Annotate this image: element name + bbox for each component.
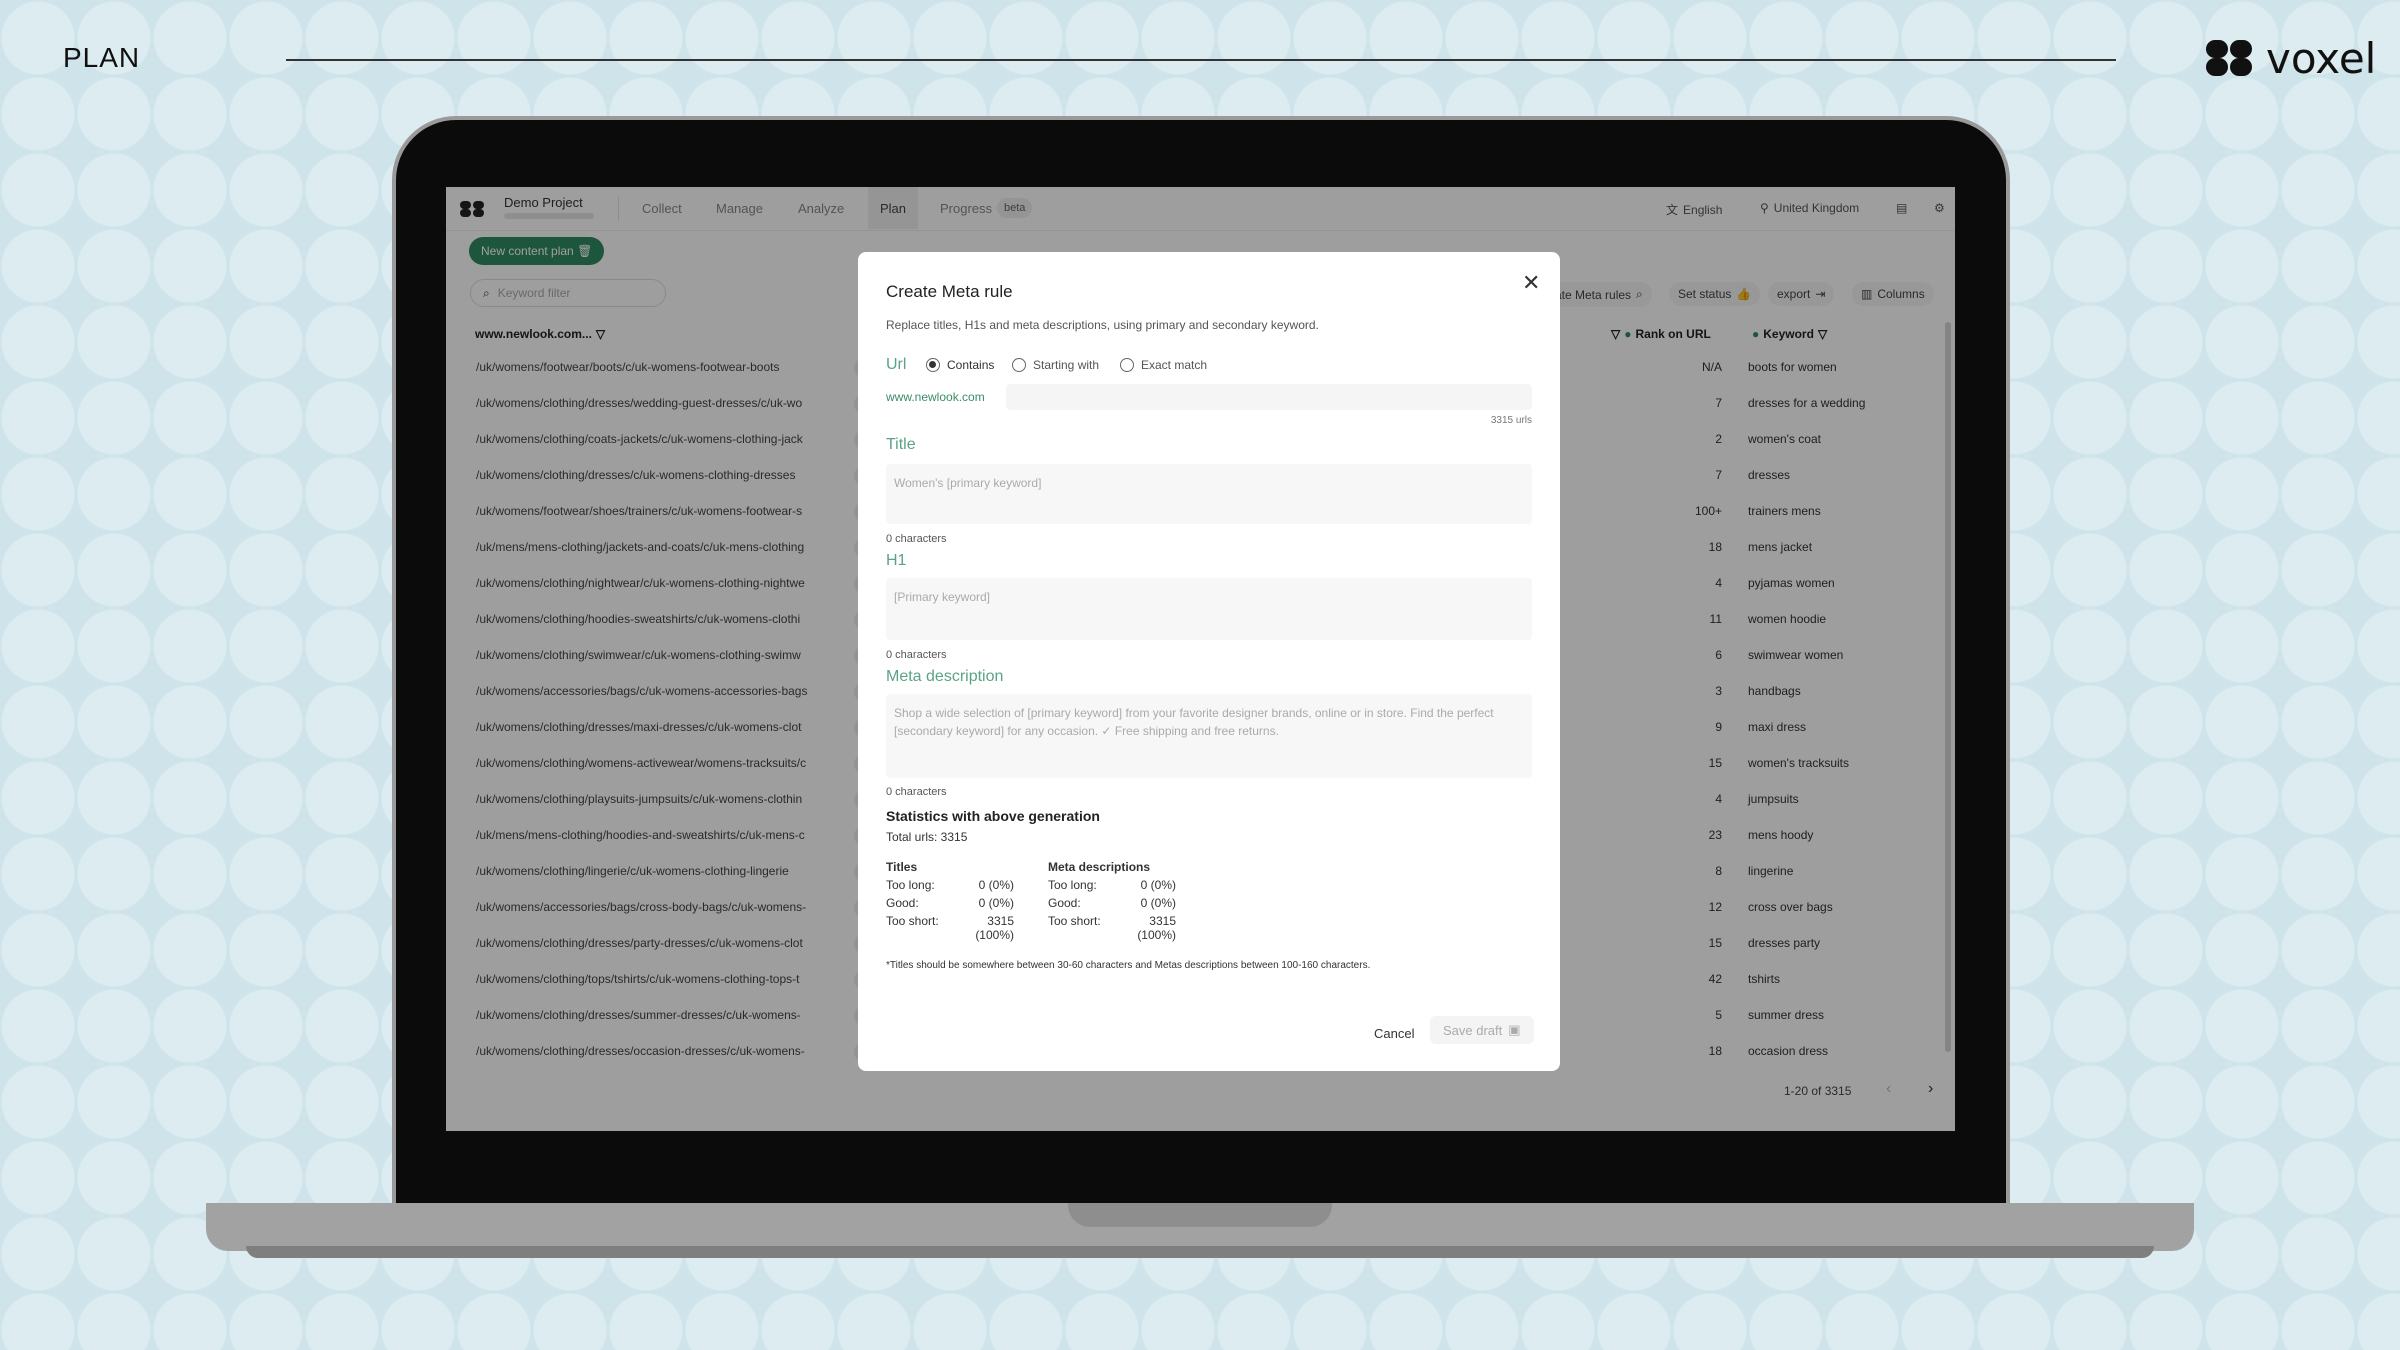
radio-starting-with[interactable]: Starting with <box>1012 358 1099 372</box>
stat-key: Too short: <box>1048 914 1101 928</box>
save-icon: ▣ <box>1508 1022 1521 1037</box>
stat-value: 0 (0%) <box>978 878 1014 892</box>
meta-char-count: 0 characters <box>886 786 947 798</box>
stat-key: Too short: <box>886 914 939 928</box>
radio-contains-label: Contains <box>947 358 995 372</box>
brand-logo: voxel <box>2206 33 2377 83</box>
stat-key: Good: <box>1048 896 1081 910</box>
close-icon[interactable]: ✕ <box>1522 270 1540 296</box>
slide-title: PLAN <box>63 42 141 73</box>
meta-placeholder: Shop a wide selection of [primary keywor… <box>894 706 1494 738</box>
stat-value: 0 (0%) <box>978 896 1014 910</box>
save-draft-label: Save draft <box>1443 1022 1503 1038</box>
modal-description: Replace titles, H1s and meta description… <box>886 318 1319 332</box>
titles-stats: Titles Too long: 0 (0%) Good: 0 (0%) Too s… <box>886 860 1014 942</box>
cancel-button[interactable]: Cancel <box>1366 1022 1422 1045</box>
voxel-logo-icon <box>2206 40 2254 76</box>
laptop-base-shadow <box>246 1246 2154 1258</box>
stat-value: 0 (0%) <box>1140 878 1176 892</box>
radio-exact-match[interactable]: Exact match <box>1120 358 1207 372</box>
radio-dot <box>1012 358 1026 372</box>
url-section-label: Url <box>886 356 907 373</box>
title-placeholder: Women's [primary keyword] <box>894 476 1042 490</box>
stat-key: Too long: <box>1048 878 1097 892</box>
save-draft-button[interactable]: Save draft ▣ <box>1430 1016 1534 1044</box>
create-meta-rule-modal: Create Meta rule ✕ Replace titles, H1s a… <box>858 252 1560 1071</box>
title-section-label: Title <box>886 436 916 453</box>
meta-template-input[interactable]: Shop a wide selection of [primary keywor… <box>886 694 1532 778</box>
url-count: 3315 urls <box>1490 415 1532 426</box>
url-pattern-input[interactable] <box>1006 384 1532 410</box>
meta-stats-heading: Meta descriptions <box>1048 860 1151 874</box>
stats-title: Statistics with above generation <box>886 808 1100 824</box>
modal-title: Create Meta rule <box>886 282 1013 301</box>
brand-name: voxel <box>2266 33 2377 83</box>
length-footnote: *Titles should be somewhere between 30-6… <box>886 960 1371 971</box>
stat-value: 3315 (100%) <box>975 914 1014 942</box>
radio-dot <box>926 358 940 372</box>
h1-template-input[interactable]: [Primary keyword] <box>886 578 1532 640</box>
meta-section-label: Meta description <box>886 668 1004 685</box>
stat-key: Good: <box>886 896 919 910</box>
h1-char-count: 0 characters <box>886 649 947 661</box>
meta-stats: Meta descriptions Too long: 0 (0%) Good: 0… <box>1048 860 1176 942</box>
app-screen: Demo Project Collect Manage Analyze Plan… <box>446 187 1955 1131</box>
stat-value: 0 (0%) <box>1140 896 1176 910</box>
stats-total-urls: Total urls: 3315 <box>886 830 968 844</box>
radio-contains[interactable]: Contains <box>926 358 994 372</box>
titles-stats-heading: Titles <box>886 860 918 874</box>
domain-prefix: www.newlook.com <box>886 390 985 404</box>
stat-key: Too long: <box>886 878 935 892</box>
title-char-count: 0 characters <box>886 533 947 545</box>
radio-exact-match-label: Exact match <box>1141 358 1208 372</box>
h1-section-label: H1 <box>886 552 907 569</box>
laptop-notch <box>1068 1203 1332 1227</box>
title-template-input[interactable]: Women's [primary keyword] <box>886 464 1532 524</box>
header-rule <box>286 59 2116 61</box>
h1-placeholder: [Primary keyword] <box>894 590 991 604</box>
radio-dot <box>1120 358 1134 372</box>
radio-starting-with-label: Starting with <box>1033 358 1100 372</box>
stat-value: 3315 (100%) <box>1137 914 1176 942</box>
